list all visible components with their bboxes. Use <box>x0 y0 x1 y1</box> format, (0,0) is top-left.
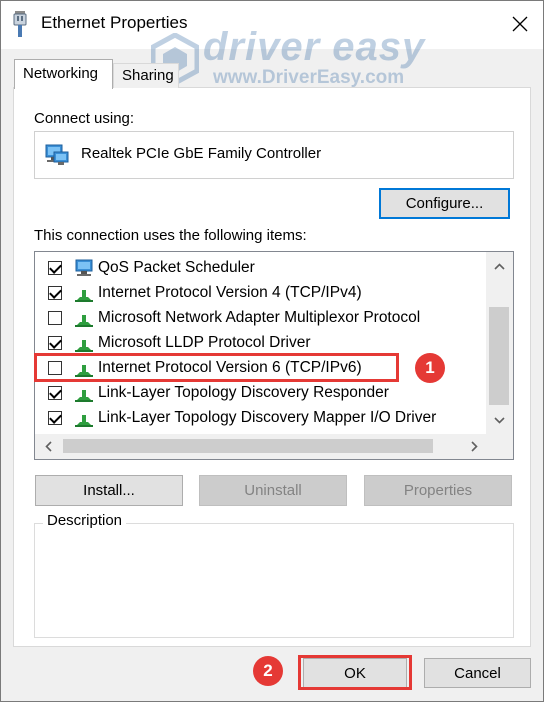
cancel-button[interactable]: Cancel <box>424 658 531 688</box>
chevron-up-icon <box>494 262 505 270</box>
step-2-marker: 2 <box>253 656 283 686</box>
chevron-left-icon <box>44 441 52 452</box>
ethernet-properties-dialog: Ethernet Properties driver easy www.Driv… <box>0 0 544 702</box>
item-label: Link-Layer Topology Discovery Responder <box>98 384 389 401</box>
configure-button[interactable]: Configure... <box>379 188 510 219</box>
items-label: This connection uses the following items… <box>34 227 307 244</box>
scroll-left-button[interactable] <box>35 434 61 459</box>
uninstall-button[interactable]: Uninstall <box>199 475 347 506</box>
list-item[interactable]: Link-Layer Topology Discovery Mapper I/O… <box>35 406 487 431</box>
item-label: Microsoft LLDP Protocol Driver <box>98 334 311 351</box>
chevron-down-icon <box>494 416 505 424</box>
checkbox[interactable] <box>48 261 62 275</box>
protocol-icon <box>75 390 93 402</box>
list-item[interactable]: Internet Protocol Version 4 (TCP/IPv4) <box>35 281 487 306</box>
vertical-scrollbar[interactable] <box>486 252 513 434</box>
step-1-marker: 1 <box>415 353 445 383</box>
ok-highlight-box <box>298 655 412 690</box>
item-label: Microsoft Network Adapter Multiplexor Pr… <box>98 309 421 326</box>
item-label: Internet Protocol Version 4 (TCP/IPv4) <box>98 284 362 301</box>
window-title: Ethernet Properties <box>41 13 188 32</box>
close-icon <box>512 16 528 32</box>
adapter-display: Realtek PCIe GbE Family Controller <box>34 131 514 179</box>
checkbox[interactable] <box>48 336 62 350</box>
ipv6-highlight-box <box>34 353 399 382</box>
adapter-name: Realtek PCIe GbE Family Controller <box>81 145 322 162</box>
scroll-down-button[interactable] <box>486 406 513 434</box>
item-label: QoS Packet Scheduler <box>98 259 255 276</box>
scroll-right-button[interactable] <box>461 434 487 459</box>
list-item[interactable]: Microsoft Network Adapter Multiplexor Pr… <box>35 306 487 331</box>
vertical-scroll-thumb[interactable] <box>489 307 509 405</box>
item-label: Link-Layer Topology Discovery Mapper I/O… <box>98 409 437 426</box>
checkbox[interactable] <box>48 286 62 300</box>
title-bar: Ethernet Properties <box>1 1 543 49</box>
scroll-up-button[interactable] <box>486 252 513 280</box>
qos-scheduler-icon <box>75 259 93 276</box>
checkbox[interactable] <box>48 386 62 400</box>
protocol-icon <box>75 290 93 302</box>
watermark-url: www.DriverEasy.com <box>213 67 405 88</box>
description-group: Description <box>34 512 514 638</box>
tab-networking[interactable]: Networking <box>14 59 113 89</box>
install-button[interactable]: Install... <box>35 475 183 506</box>
protocol-icon <box>75 415 93 427</box>
network-adapter-icon <box>45 144 69 165</box>
horizontal-scroll-thumb[interactable] <box>63 439 433 453</box>
close-button[interactable] <box>497 1 543 47</box>
list-item[interactable]: Link-Layer Topology Discovery Responder <box>35 381 487 406</box>
scrollbar-corner <box>487 434 513 459</box>
list-item[interactable]: QoS Packet Scheduler <box>35 256 487 281</box>
horizontal-scrollbar[interactable] <box>35 434 513 459</box>
ethernet-cable-icon <box>13 11 27 37</box>
chevron-right-icon <box>470 441 478 452</box>
checkbox[interactable] <box>48 311 62 325</box>
tab-sharing[interactable]: Sharing <box>113 63 179 88</box>
description-label: Description <box>43 512 127 529</box>
properties-button[interactable]: Properties <box>364 475 512 506</box>
protocol-icon <box>75 340 93 352</box>
checkbox[interactable] <box>48 411 62 425</box>
connect-using-label: Connect using: <box>34 110 135 127</box>
protocol-icon <box>75 315 93 327</box>
